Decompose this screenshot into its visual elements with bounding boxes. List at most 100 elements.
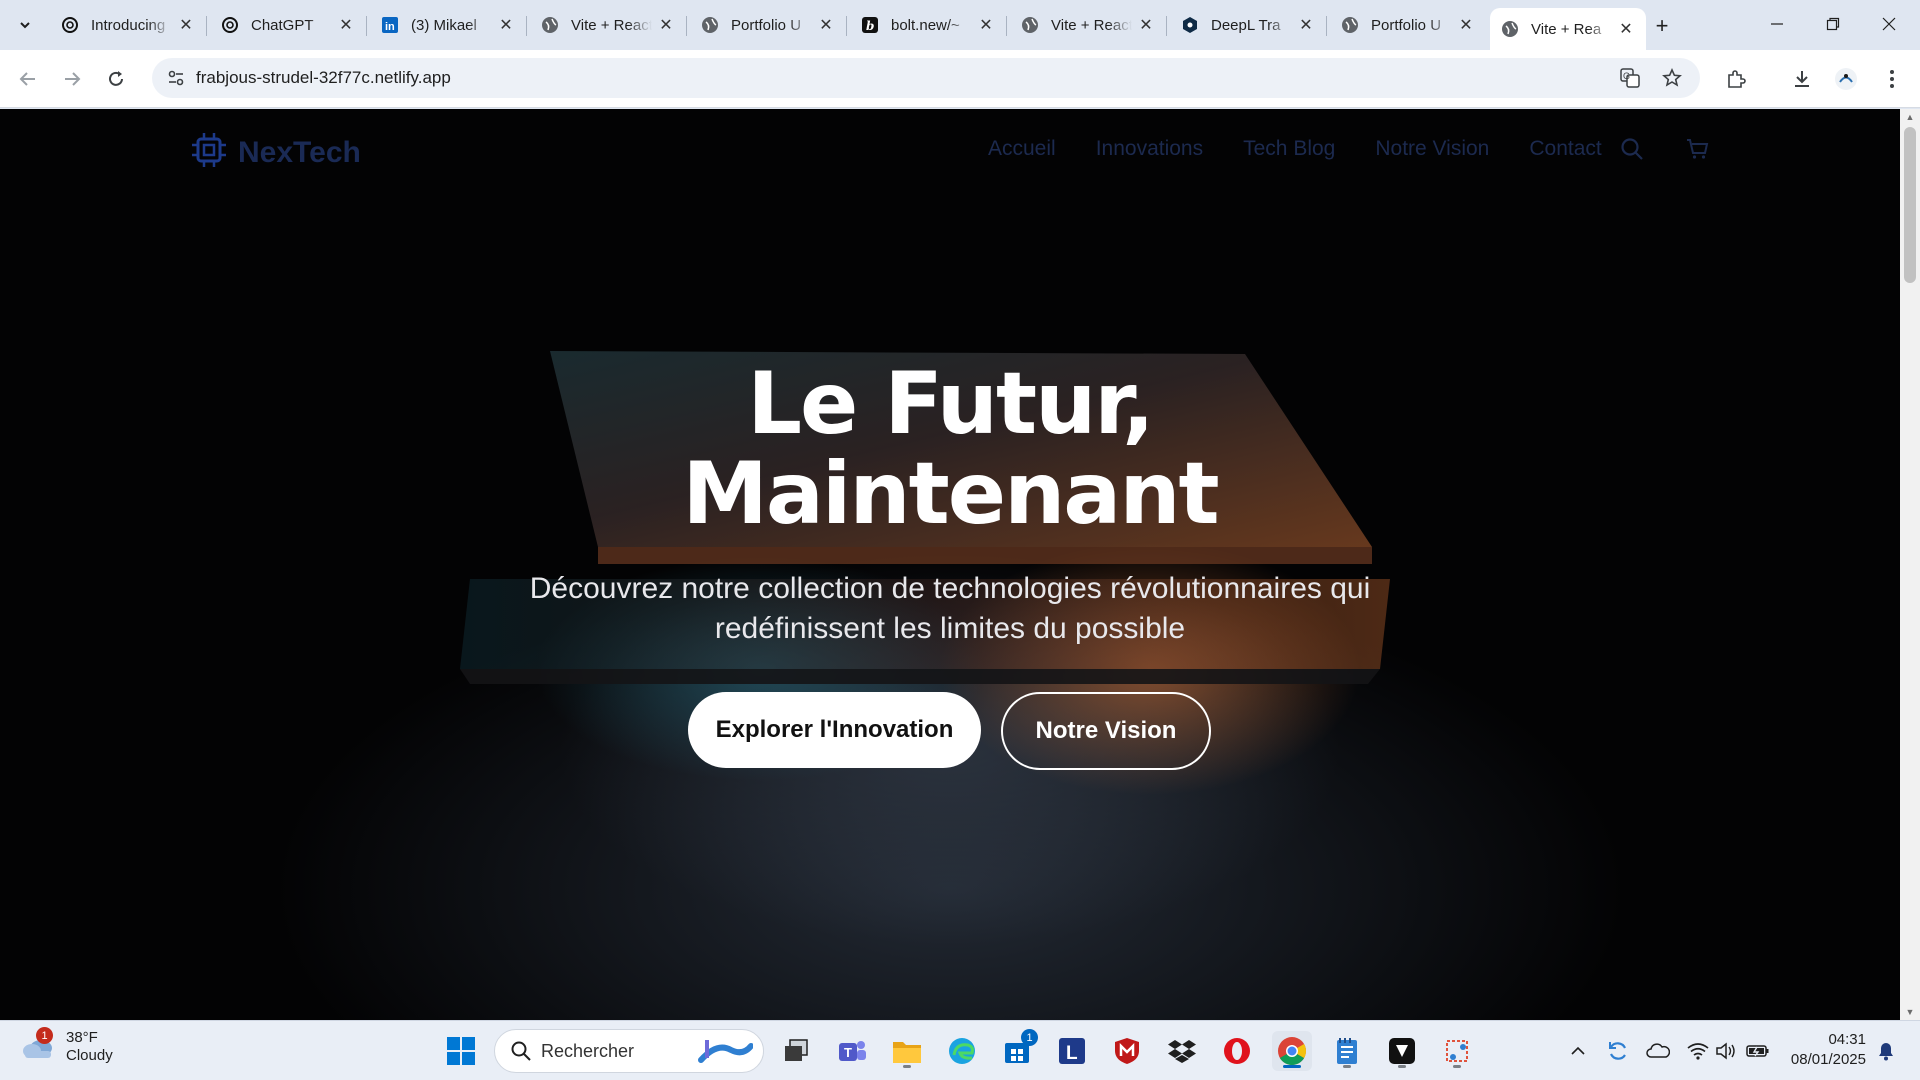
windows-start-icon[interactable] [441, 1031, 481, 1071]
dropbox-icon[interactable] [1162, 1031, 1202, 1071]
volume-icon[interactable] [1712, 1037, 1740, 1065]
download-icon[interactable] [1786, 63, 1818, 95]
tab-title: (3) Mikael [411, 16, 477, 34]
browser-tab[interactable]: Portfolio U ✕ [1330, 8, 1486, 42]
tab-title: Portfolio U [1371, 16, 1442, 34]
restore-icon[interactable] [1810, 8, 1856, 40]
browser-tab[interactable]: DeepL Tra ✕ [1170, 8, 1327, 42]
reload-icon[interactable] [100, 63, 132, 95]
tab-title: Vite + React [1051, 16, 1132, 34]
close-tab-icon[interactable]: ✕ [496, 15, 516, 35]
microsoft-store-icon[interactable]: 1 [997, 1029, 1038, 1071]
globe-icon [700, 15, 720, 35]
tab-title: Vite + Rea [1531, 20, 1602, 38]
minimize-icon[interactable] [1754, 8, 1800, 40]
bookmark-star-icon[interactable] [1658, 64, 1686, 92]
scrollbar-thumb[interactable] [1904, 127, 1916, 283]
tab-title: bolt.new/~ [891, 16, 960, 34]
cloudy-weather-icon: 1 [20, 1027, 56, 1065]
site-logo[interactable]: NexTech [190, 131, 361, 174]
globe-icon [1020, 15, 1040, 35]
nav-link-tech-blog[interactable]: Tech Blog [1243, 137, 1335, 161]
new-tab-icon[interactable]: + [1648, 12, 1676, 40]
onedrive-cloud-icon[interactable] [1644, 1037, 1672, 1065]
nav-link-contact[interactable]: Contact [1529, 137, 1601, 161]
web-page-viewport: NexTech Accueil Innovations Tech Blog No… [0, 109, 1900, 1020]
sync-icon[interactable] [1604, 1037, 1632, 1065]
hero-subtitle: Découvrez notre collection de technologi… [529, 572, 1371, 645]
notepad-icon[interactable] [1327, 1031, 1367, 1071]
profile-avatar-icon[interactable] [1830, 63, 1862, 95]
svg-text:G: G [1623, 71, 1630, 81]
tab-title: DeepL Tra [1211, 16, 1281, 34]
taskbar-search-box[interactable]: Rechercher [494, 1029, 764, 1073]
back-arrow-icon[interactable] [12, 63, 44, 95]
app-l-icon[interactable]: L [1052, 1031, 1092, 1071]
show-hidden-icons-chevron-icon[interactable] [1566, 1037, 1590, 1065]
hero-section: Le Futur, Maintenant Découvrez notre col… [0, 359, 1900, 649]
forward-arrow-icon[interactable] [56, 63, 88, 95]
linkedin-icon: in [380, 15, 400, 35]
menu-kebab-icon[interactable] [1876, 63, 1908, 95]
close-tab-icon[interactable]: ✕ [1296, 15, 1316, 35]
system-clock[interactable]: 04:31 08/01/2025 [1786, 1030, 1866, 1070]
address-bar[interactable]: frabjous-strudel-32f77c.netlify.app G [152, 58, 1700, 98]
browser-tab[interactable]: Portfolio U ✕ [690, 8, 847, 42]
tab-search-chevron-icon[interactable] [8, 9, 42, 41]
snipping-tool-icon[interactable] [1437, 1031, 1477, 1071]
site-navbar: NexTech Accueil Innovations Tech Blog No… [0, 109, 1900, 189]
file-explorer-icon[interactable] [887, 1031, 927, 1071]
cursor-app-icon[interactable] [1382, 1031, 1422, 1071]
chrome-icon[interactable] [1272, 1031, 1312, 1071]
close-tab-icon[interactable]: ✕ [1136, 15, 1156, 35]
mcafee-icon[interactable] [1107, 1031, 1147, 1071]
svg-text:in: in [385, 21, 395, 33]
nav-link-notre-vision[interactable]: Notre Vision [1375, 137, 1489, 161]
search-icon [511, 1041, 531, 1061]
browser-tab[interactable]: ChatGPT ✕ [210, 8, 367, 42]
notre-vision-button[interactable]: Notre Vision [1001, 692, 1211, 770]
close-tab-icon[interactable]: ✕ [1616, 19, 1636, 39]
clock-time: 04:31 [1828, 1031, 1866, 1048]
close-tab-icon[interactable]: ✕ [976, 15, 996, 35]
edge-icon[interactable] [942, 1031, 982, 1071]
deepl-icon [1180, 15, 1200, 35]
teams-icon[interactable]: T [832, 1031, 872, 1071]
globe-icon [1340, 15, 1360, 35]
close-tab-icon[interactable]: ✕ [176, 15, 196, 35]
scroll-down-icon[interactable]: ▼ [1900, 1004, 1920, 1020]
wifi-icon[interactable] [1684, 1037, 1712, 1065]
weather-temp: 38°F [66, 1029, 98, 1046]
nav-link-innovations[interactable]: Innovations [1096, 137, 1203, 161]
nav-link-accueil[interactable]: Accueil [988, 137, 1056, 161]
cart-icon[interactable] [1684, 135, 1712, 163]
translate-icon[interactable]: G [1616, 64, 1644, 92]
browser-tab-strip: Introducing ✕ ChatGPT ✕ in (3) Mikael ✕ … [0, 0, 1920, 50]
close-tab-icon[interactable]: ✕ [1456, 15, 1476, 35]
extensions-icon[interactable] [1720, 63, 1752, 95]
weather-widget[interactable]: 1 38°F Cloudy [20, 1027, 113, 1065]
chip-icon [190, 131, 228, 174]
openai-icon [60, 15, 80, 35]
task-view-icon[interactable] [776, 1031, 816, 1071]
close-tab-icon[interactable]: ✕ [816, 15, 836, 35]
opera-icon[interactable] [1217, 1031, 1257, 1071]
browser-tab[interactable]: in (3) Mikael ✕ [370, 8, 527, 42]
browser-toolbar: frabjous-strudel-32f77c.netlify.app G [0, 50, 1920, 108]
notification-bell-icon[interactable] [1872, 1037, 1900, 1065]
close-tab-icon[interactable]: ✕ [656, 15, 676, 35]
browser-tab[interactable]: Introducing ✕ [50, 8, 207, 42]
site-info-icon[interactable] [162, 64, 190, 92]
browser-tab[interactable]: Vite + React ✕ [530, 8, 687, 42]
svg-text:b: b [866, 19, 874, 33]
search-icon[interactable] [1618, 135, 1646, 163]
battery-charging-icon[interactable] [1742, 1037, 1774, 1065]
browser-tab-active[interactable]: Vite + Rea ✕ [1490, 8, 1646, 50]
browser-tab[interactable]: b bolt.new/~ ✕ [850, 8, 1007, 42]
browser-tab[interactable]: Vite + React ✕ [1010, 8, 1167, 42]
page-scrollbar[interactable]: ▲ ▼ [1900, 109, 1920, 1020]
close-window-icon[interactable] [1866, 8, 1912, 40]
close-tab-icon[interactable]: ✕ [336, 15, 356, 35]
scroll-up-icon[interactable]: ▲ [1900, 109, 1920, 125]
explore-innovation-button[interactable]: Explorer l'Innovation [688, 692, 981, 768]
